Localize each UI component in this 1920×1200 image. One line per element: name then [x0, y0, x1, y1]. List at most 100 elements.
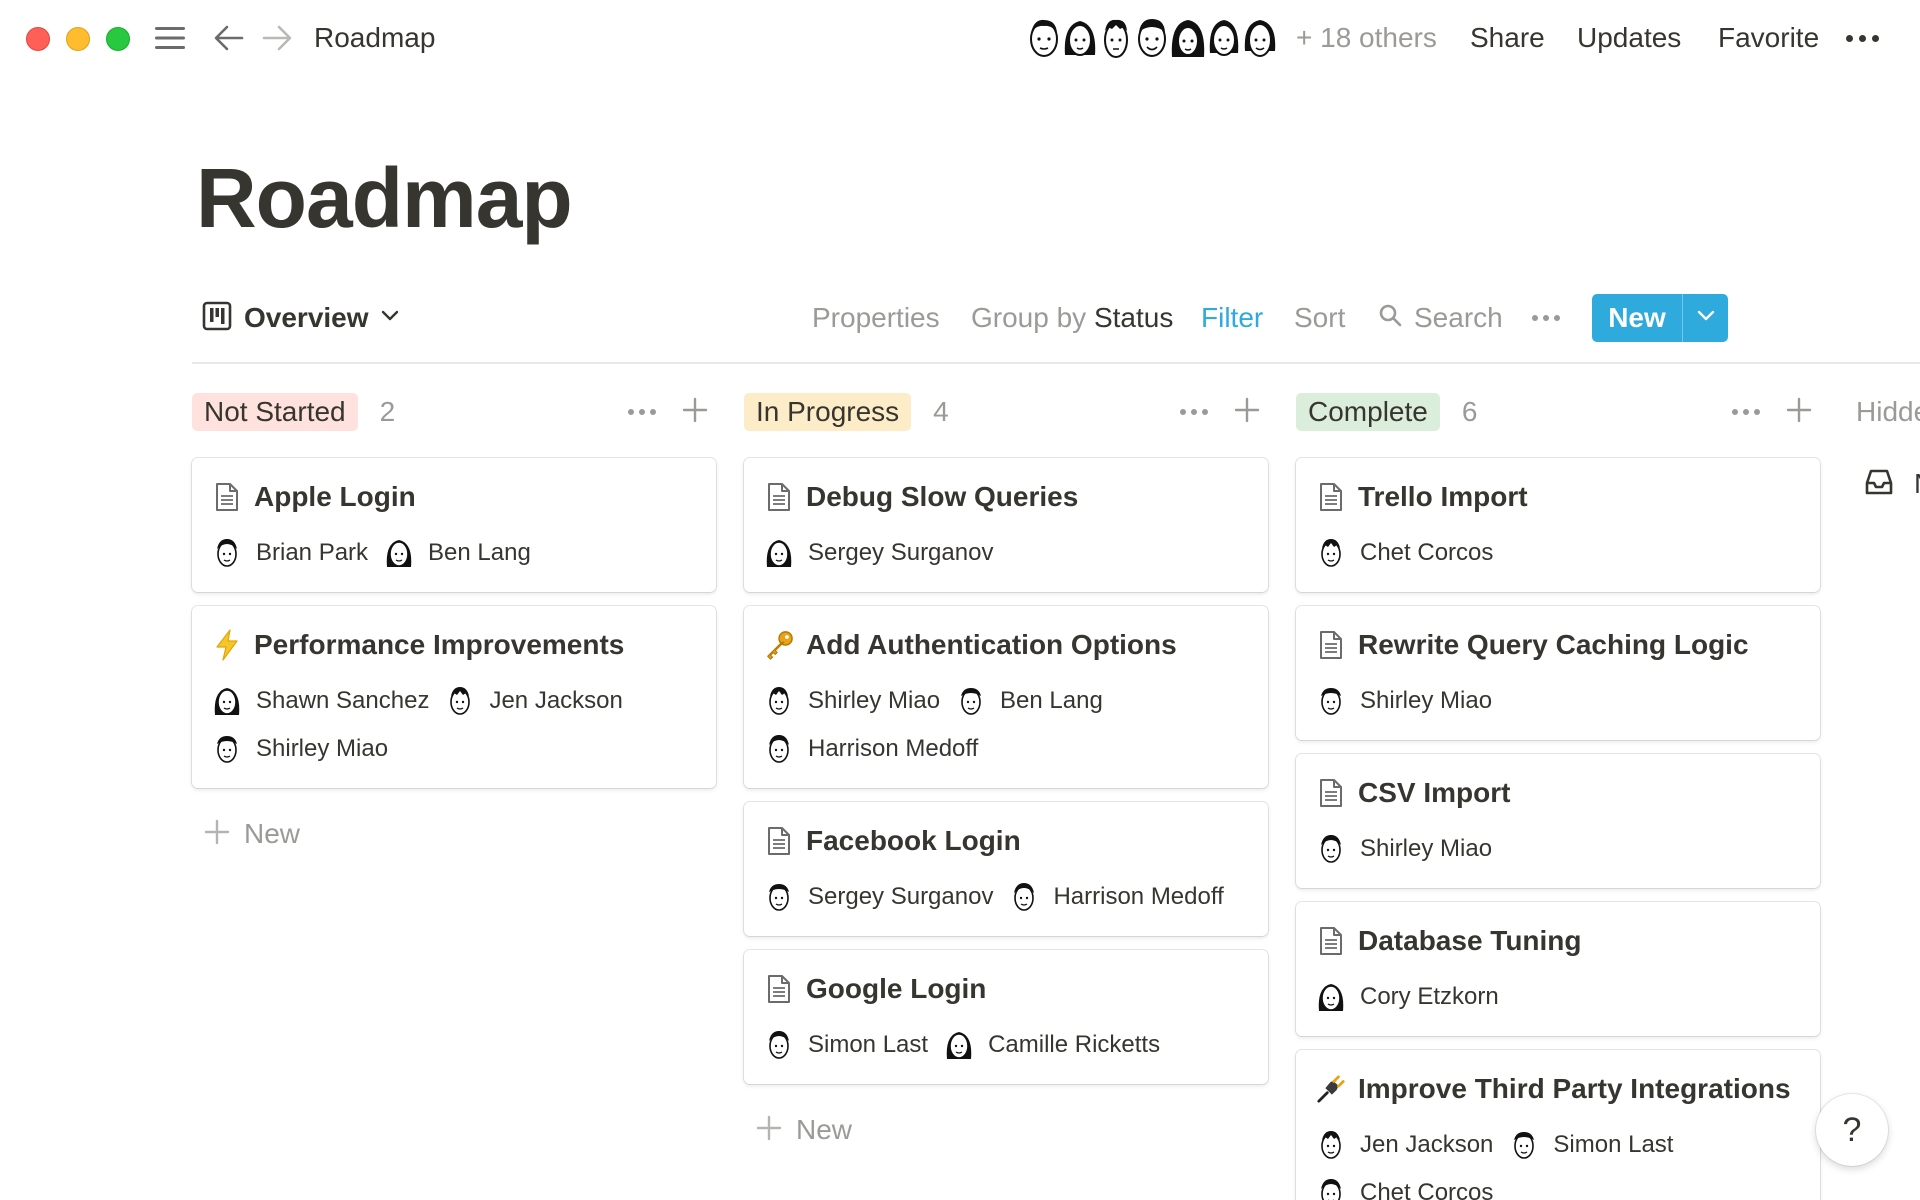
new-button[interactable]: New — [1592, 294, 1682, 342]
minimize-window-button[interactable] — [66, 27, 90, 51]
card-title-row: Debug Slow Queries — [764, 478, 1078, 516]
column-add-icon[interactable] — [1786, 397, 1812, 428]
board-card[interactable]: Database Tuning Cory Etzkorn — [1296, 902, 1820, 1036]
assignee: Harrison Medoff — [1009, 880, 1224, 914]
page-icon — [1316, 924, 1346, 958]
maximize-window-button[interactable] — [106, 27, 130, 51]
card-assignees: Jen Jackson Simon Last Chet Corcos — [1316, 1128, 1806, 1200]
more-options-button[interactable] — [1846, 20, 1879, 56]
card-title-row: CSV Import — [1316, 774, 1510, 812]
board-card[interactable]: Rewrite Query Caching Logic Shirley Miao — [1296, 606, 1820, 740]
person-avatar-icon — [764, 880, 794, 914]
card-assignees: Brian Park Ben Lang — [212, 536, 702, 570]
card-title-row: Rewrite Query Caching Logic — [1316, 626, 1749, 664]
card-title: Google Login — [806, 973, 987, 1004]
title-bar: Roadmap + 18 others Share Updates Favori… — [0, 0, 1920, 76]
collaborator-avatars[interactable] — [1022, 12, 1276, 64]
hidden-column-header[interactable]: Hidde — [1856, 390, 1920, 434]
page-icon — [764, 480, 794, 514]
plug-icon — [1316, 1072, 1346, 1106]
page-icon — [1316, 480, 1346, 514]
person-avatar-icon — [212, 684, 242, 718]
favorite-button[interactable]: Favorite — [1718, 20, 1819, 56]
card-assignees: Sergey Surganov Harrison Medoff — [764, 880, 1254, 914]
column-more-icon[interactable] — [628, 409, 656, 415]
column-more-icon[interactable] — [1180, 409, 1208, 415]
person-avatar-icon — [764, 1028, 794, 1062]
inbox-icon — [1864, 468, 1894, 501]
assignee-name: Shirley Miao — [1360, 835, 1493, 862]
close-window-button[interactable] — [26, 27, 50, 51]
forward-arrow-icon[interactable] — [260, 20, 294, 56]
assignee-name: Simon Last — [808, 1031, 929, 1058]
search-icon — [1378, 298, 1402, 338]
board-card[interactable]: Performance Improvements Shawn Sanchez Jen… — [192, 606, 716, 788]
board-card[interactable]: Apple Login Brian Park Ben Lang — [192, 458, 716, 592]
group-by-value: Status — [1093, 302, 1174, 333]
add-card-button[interactable]: New — [756, 1110, 852, 1150]
board-card[interactable]: CSV Import Shirley Miao — [1296, 754, 1820, 888]
hidden-group-label: N — [1914, 468, 1920, 500]
card-title: Add Authentication Options — [806, 629, 1177, 660]
assignee-name: Shirley Miao — [808, 687, 941, 714]
board-card[interactable]: Facebook Login Sergey Surganov Harrison Me… — [744, 802, 1268, 936]
column-actions — [1180, 390, 1260, 434]
search-button[interactable]: Search — [1378, 298, 1503, 338]
board-card[interactable]: Add Authentication Options Shirley Miao Be… — [744, 606, 1268, 788]
updates-button[interactable]: Updates — [1577, 20, 1681, 56]
add-card-button[interactable]: New — [204, 814, 300, 854]
chevron-down-icon — [1697, 309, 1715, 327]
person-avatar-icon — [384, 536, 414, 570]
status-pill[interactable]: Complete — [1296, 393, 1440, 431]
toolbar-more-button[interactable] — [1532, 298, 1560, 338]
assignee: Shirley Miao — [1316, 684, 1492, 718]
assignee: Simon Last — [764, 1028, 928, 1062]
person-avatar-icon — [212, 536, 242, 570]
properties-button[interactable]: Properties — [812, 298, 940, 338]
other-collaborators-count[interactable]: + 18 others — [1296, 20, 1437, 56]
sort-button[interactable]: Sort — [1294, 298, 1345, 338]
person-avatar-icon — [764, 684, 794, 718]
back-arrow-icon[interactable] — [212, 20, 246, 56]
assignee: Shirley Miao — [1316, 832, 1492, 866]
person-avatar-icon — [1316, 1128, 1346, 1162]
status-pill[interactable]: In Progress — [744, 393, 912, 431]
new-dropdown-button[interactable] — [1682, 294, 1728, 342]
column-count: 2 — [379, 396, 396, 427]
assignee: Ben Lang — [384, 536, 531, 570]
breadcrumb[interactable]: Roadmap — [314, 20, 435, 56]
column-add-icon[interactable] — [682, 397, 708, 428]
assignee-name: Shirley Miao — [256, 735, 389, 762]
card-title-row: Improve Third Party Integrations — [1316, 1070, 1791, 1108]
card-assignees: Shirley Miao Ben Lang Harrison Medoff — [764, 684, 1254, 766]
view-switcher[interactable]: Overview — [202, 298, 399, 338]
status-pill[interactable]: Not Started — [192, 393, 358, 431]
filter-button[interactable]: Filter — [1201, 298, 1263, 338]
board-card[interactable]: Trello Import Chet Corcos — [1296, 458, 1820, 592]
share-button[interactable]: Share — [1470, 20, 1545, 56]
hidden-group-item[interactable]: N — [1864, 464, 1920, 504]
column-add-icon[interactable] — [1234, 397, 1260, 428]
help-button[interactable]: ? — [1816, 1094, 1888, 1166]
card-title-row: Trello Import — [1316, 478, 1528, 516]
page-icon — [212, 480, 242, 514]
board-card[interactable]: Improve Third Party Integrations Jen Jack… — [1296, 1050, 1820, 1200]
card-title-row: Performance Improvements — [212, 626, 624, 664]
board-card[interactable]: Debug Slow Queries Sergey Surganov — [744, 458, 1268, 592]
chevron-down-icon — [381, 309, 399, 327]
sidebar-toggle-icon[interactable] — [152, 20, 188, 56]
assignee-name: Chet Corcos — [1360, 539, 1494, 566]
column-more-icon[interactable] — [1732, 409, 1760, 415]
face-avatar-icon — [1238, 12, 1282, 64]
group-by-button[interactable]: Group by Status — [971, 298, 1173, 338]
assignee: Sergey Surganov — [764, 880, 993, 914]
card-assignees: Shirley Miao — [1316, 684, 1806, 718]
column-actions — [628, 390, 708, 434]
card-assignees: Shawn Sanchez Jen Jackson Shirley Miao — [212, 684, 702, 766]
board-card[interactable]: Google Login Simon Last Camille Ricketts — [744, 950, 1268, 1084]
board-column-in-progress: In Progress 4 Debug Slow Queries Sergey Sur… — [744, 390, 1268, 1145]
assignee-name: Cory Etzkorn — [1360, 983, 1499, 1010]
assignee: Shawn Sanchez — [212, 684, 429, 718]
person-avatar-icon — [212, 732, 242, 766]
page-title[interactable]: Roadmap — [196, 148, 573, 248]
